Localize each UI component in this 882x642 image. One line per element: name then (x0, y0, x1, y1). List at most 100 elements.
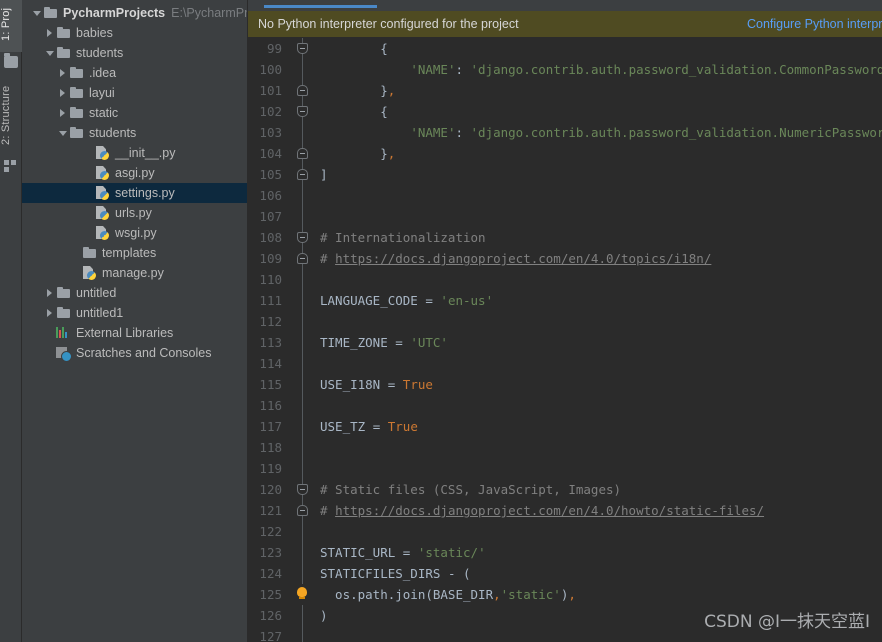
gutter[interactable] (290, 563, 316, 584)
fold-toggle-icon[interactable] (297, 106, 308, 117)
code-line[interactable]: 108 # Internationalization (248, 227, 882, 248)
chevron-right-icon[interactable] (56, 63, 69, 83)
gutter[interactable] (290, 374, 316, 395)
fold-toggle-icon[interactable] (297, 85, 308, 96)
gutter[interactable] (290, 143, 316, 164)
code-line[interactable]: 103 'NAME': 'django.contrib.auth.passwor… (248, 122, 882, 143)
code-line[interactable]: 115 USE_I18N = True (248, 374, 882, 395)
gutter[interactable] (290, 101, 316, 122)
tree-row[interactable]: templates (22, 243, 247, 263)
project-tool-window[interactable]: PycharmProjects E:\PycharmPro babies stud… (22, 0, 248, 642)
gutter[interactable] (290, 290, 316, 311)
gutter[interactable] (290, 437, 316, 458)
fold-toggle-icon[interactable] (297, 169, 308, 180)
tree-row[interactable]: wsgi.py (22, 223, 247, 243)
gutter[interactable] (290, 332, 316, 353)
gutter[interactable] (290, 206, 316, 227)
configure-interpreter-link[interactable]: Configure Python interpreter (747, 17, 882, 31)
chevron-down-icon[interactable] (56, 123, 69, 143)
gutter[interactable] (290, 248, 316, 269)
code-line[interactable]: 116 (248, 395, 882, 416)
code-line[interactable]: 102 { (248, 101, 882, 122)
intention-bulb-icon[interactable] (297, 587, 307, 599)
tree-row-root[interactable]: PycharmProjects E:\PycharmPro (22, 3, 247, 23)
tree-row[interactable]: manage.py (22, 263, 247, 283)
fold-toggle-icon[interactable] (297, 253, 308, 264)
chevron-down-icon[interactable] (30, 3, 43, 23)
gutter[interactable] (290, 584, 316, 605)
code-line[interactable]: 110 (248, 269, 882, 290)
code-line[interactable]: 125 os.path.join(BASE_DIR,'static'), (248, 584, 882, 605)
gutter[interactable] (290, 80, 316, 101)
gutter[interactable] (290, 416, 316, 437)
gutter[interactable] (290, 164, 316, 185)
gutter[interactable] (290, 626, 316, 642)
code-editor[interactable]: 99 {100 'NAME': 'django.contrib.auth.pas… (248, 38, 882, 642)
tree-row[interactable]: .idea (22, 63, 247, 83)
code-line[interactable]: 100 'NAME': 'django.contrib.auth.passwor… (248, 59, 882, 80)
tree-row[interactable]: __init__.py (22, 143, 247, 163)
tool-tab-project[interactable]: 1: Proj (0, 0, 22, 52)
gutter[interactable] (290, 542, 316, 563)
chevron-right-icon[interactable] (43, 303, 56, 323)
code-line[interactable]: 120 # Static files (CSS, JavaScript, Imag… (248, 479, 882, 500)
fold-toggle-icon[interactable] (297, 148, 308, 159)
code-line[interactable]: 101 }, (248, 80, 882, 101)
tree-row[interactable]: Scratches and Consoles (22, 343, 247, 363)
gutter[interactable] (290, 269, 316, 290)
gutter[interactable] (290, 311, 316, 332)
code-line[interactable]: 104 }, (248, 143, 882, 164)
gutter[interactable] (290, 227, 316, 248)
code-line[interactable]: 121 # https://docs.djangoproject.com/en/4… (248, 500, 882, 521)
gutter[interactable] (290, 458, 316, 479)
code-token: ( (463, 566, 471, 581)
tree-row[interactable]: External Libraries (22, 323, 247, 343)
code-line[interactable]: 111 LANGUAGE_CODE = 'en-us' (248, 290, 882, 311)
code-line[interactable]: 117 USE_TZ = True (248, 416, 882, 437)
tree-row[interactable]: settings.py (22, 183, 247, 203)
gutter[interactable] (290, 59, 316, 80)
fold-toggle-icon[interactable] (297, 484, 308, 495)
chevron-down-icon[interactable] (43, 43, 56, 63)
code-line[interactable]: 113 TIME_ZONE = 'UTC' (248, 332, 882, 353)
tree-row[interactable]: students (22, 43, 247, 63)
gutter[interactable] (290, 122, 316, 143)
code-line[interactable]: 99 { (248, 38, 882, 59)
tree-row[interactable]: babies (22, 23, 247, 43)
code-line[interactable]: 118 (248, 437, 882, 458)
code-line[interactable]: 119 (248, 458, 882, 479)
code-line[interactable]: 124 STATICFILES_DIRS - ( (248, 563, 882, 584)
tree-row[interactable]: layui (22, 83, 247, 103)
code-line[interactable]: 105] (248, 164, 882, 185)
code-line[interactable]: 122 (248, 521, 882, 542)
gutter[interactable] (290, 521, 316, 542)
gutter[interactable] (290, 605, 316, 626)
code-line[interactable]: 123 STATIC_URL = 'static/' (248, 542, 882, 563)
chevron-right-icon[interactable] (56, 103, 69, 123)
gutter[interactable] (290, 479, 316, 500)
fold-toggle-icon[interactable] (297, 43, 308, 54)
tree-row[interactable]: static (22, 103, 247, 123)
code-line[interactable]: 112 (248, 311, 882, 332)
tree-row[interactable]: untitled1 (22, 303, 247, 323)
gutter[interactable] (290, 353, 316, 374)
tree-row[interactable]: urls.py (22, 203, 247, 223)
code-line[interactable]: 109 # https://docs.djangoproject.com/en/4… (248, 248, 882, 269)
tree-row[interactable]: students (22, 123, 247, 143)
code-line[interactable]: 114 (248, 353, 882, 374)
fold-toggle-icon[interactable] (297, 232, 308, 243)
chevron-right-icon[interactable] (56, 83, 69, 103)
gutter[interactable] (290, 185, 316, 206)
fold-toggle-icon[interactable] (297, 505, 308, 516)
gutter[interactable] (290, 38, 316, 59)
code-line[interactable]: 107 (248, 206, 882, 227)
tool-tab-structure[interactable]: 2: Structure (0, 78, 22, 154)
editor-tab-bar[interactable] (248, 0, 882, 11)
tree-row[interactable]: asgi.py (22, 163, 247, 183)
gutter[interactable] (290, 395, 316, 416)
gutter[interactable] (290, 500, 316, 521)
code-line[interactable]: 106 (248, 185, 882, 206)
tree-row[interactable]: untitled (22, 283, 247, 303)
chevron-right-icon[interactable] (43, 283, 56, 303)
chevron-right-icon[interactable] (43, 23, 56, 43)
